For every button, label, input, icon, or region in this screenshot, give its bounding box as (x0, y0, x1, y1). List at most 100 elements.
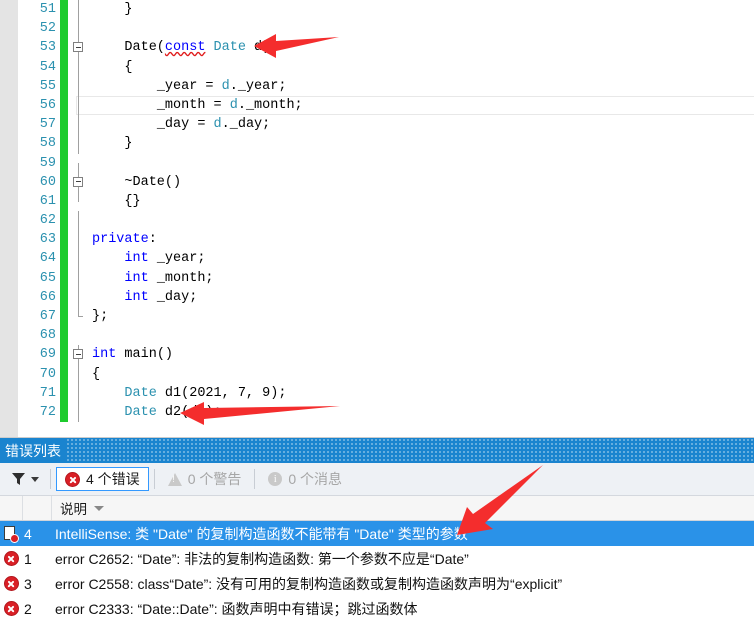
outlining-margin[interactable] (72, 76, 88, 96)
code-text[interactable]: _year = d._year; (92, 77, 287, 96)
code-line[interactable]: 65 int _month; (0, 268, 754, 288)
line-number: 54 (39, 59, 56, 75)
error-row-description: IntelliSense: 类 "Date" 的复制构造函数不能带有 "Date… (55, 525, 468, 542)
outlining-margin[interactable] (72, 191, 88, 211)
column-header-description[interactable]: 说明 (52, 496, 754, 520)
code-line-list[interactable]: 51 } 52 53 Date(const Date d) 54 {55 _year … (0, 0, 754, 423)
code-text[interactable]: { (92, 365, 100, 384)
code-line[interactable]: 52 (0, 19, 754, 39)
code-line[interactable]: 71 Date d1(2021, 7, 9); (0, 383, 754, 403)
outlining-margin[interactable] (72, 38, 88, 58)
error-list-toolbar: 4 个错误 0 个警告 0 个消息 (0, 463, 754, 496)
errors-filter-button[interactable]: 4 个错误 (56, 467, 149, 491)
error-list-row[interactable]: 1 error C2652: “Date”: 非法的复制构造函数: 第一个参数不应… (0, 546, 754, 571)
code-line[interactable]: 69 int main() (0, 345, 754, 365)
code-line[interactable]: 56 _month = d._month; (0, 95, 754, 116)
code-line[interactable]: 72 Date d2(d1); (0, 402, 754, 423)
outlining-margin[interactable] (72, 345, 88, 365)
code-line[interactable]: 70 { (0, 364, 754, 384)
outlining-margin[interactable] (72, 154, 88, 173)
code-line[interactable]: 64 int _year; (0, 249, 754, 269)
code-text[interactable]: } (92, 0, 132, 19)
outlining-margin[interactable] (72, 0, 88, 20)
error-list-title: 错误列表 (0, 440, 67, 461)
unsaved-change-bar (60, 134, 68, 154)
panel-drag-grip[interactable] (67, 438, 754, 463)
code-line[interactable]: 57 _day = d._day; (0, 115, 754, 135)
outlining-margin[interactable] (72, 268, 88, 288)
collapse-region-icon[interactable] (73, 349, 83, 360)
code-text[interactable]: ~Date() (92, 173, 181, 192)
code-text[interactable]: {} (92, 192, 140, 211)
code-text[interactable]: int main() (92, 345, 173, 364)
outlining-margin[interactable] (72, 95, 88, 116)
error-list-title-bar[interactable]: 错误列表 (0, 438, 754, 463)
code-text[interactable]: Date d2(d1); (92, 403, 221, 422)
code-line[interactable]: 51 } (0, 0, 754, 20)
code-editor[interactable]: 51 } 52 53 Date(const Date d) 54 {55 _year … (0, 0, 754, 437)
code-line[interactable]: 59 (0, 153, 754, 173)
outlining-margin[interactable] (72, 211, 88, 231)
code-text[interactable]: private: (92, 230, 157, 249)
code-text[interactable]: int _month; (92, 269, 213, 288)
line-number: 69 (39, 347, 56, 363)
warnings-filter-button[interactable]: 0 个警告 (160, 467, 250, 491)
outlining-margin[interactable] (72, 287, 88, 307)
code-line[interactable]: 66 int _day; (0, 287, 754, 307)
error-list-row[interactable]: 3 error C2558: class“Date”: 没有可用的复制构造函数或复… (0, 571, 754, 596)
outlining-margin[interactable] (72, 115, 88, 135)
outlining-margin[interactable] (72, 134, 88, 154)
code-text[interactable]: Date(const Date d) (92, 38, 270, 57)
unsaved-change-bar (60, 38, 68, 58)
code-text[interactable]: { (92, 58, 132, 77)
code-line[interactable]: 53 Date(const Date d) (0, 38, 754, 58)
code-line[interactable]: 60 ~Date() (0, 172, 754, 192)
code-text[interactable]: _month = d._month; (92, 96, 303, 115)
unsaved-change-bar (60, 402, 68, 423)
code-text[interactable]: _day = d._day; (92, 115, 270, 134)
code-line[interactable]: 63 private: (0, 230, 754, 250)
error-icon (3, 601, 19, 616)
outlining-margin[interactable] (72, 230, 88, 250)
unsaved-change-bar (60, 57, 68, 77)
code-text[interactable]: Date d1(2021, 7, 9); (92, 384, 286, 403)
code-line[interactable]: 55 _year = d._year; (0, 76, 754, 96)
code-line[interactable]: 61 {} (0, 191, 754, 212)
filter-button[interactable] (6, 467, 45, 491)
column-header-number[interactable] (23, 496, 52, 520)
outlining-margin[interactable] (72, 402, 88, 423)
outlining-margin[interactable] (72, 383, 88, 403)
code-text[interactable]: int _year; (92, 249, 205, 268)
outlining-margin[interactable] (72, 249, 88, 269)
code-line[interactable]: 67}; (0, 307, 754, 327)
code-line[interactable]: 62 (0, 211, 754, 231)
code-line[interactable]: 54 { (0, 57, 754, 77)
outlining-margin[interactable] (72, 19, 88, 39)
code-line[interactable]: 58 } (0, 134, 754, 154)
intellisense-doc-error-icon (4, 525, 19, 543)
outlining-margin[interactable] (72, 307, 88, 326)
outlining-margin[interactable] (72, 172, 88, 192)
collapse-region-icon[interactable] (73, 42, 83, 53)
code-text[interactable]: } (92, 134, 132, 153)
column-header-icon[interactable] (0, 496, 23, 520)
code-text[interactable]: int _day; (92, 288, 197, 307)
collapse-region-icon[interactable] (73, 176, 83, 187)
outlining-margin[interactable] (72, 326, 88, 345)
sort-descending-caret-icon[interactable] (94, 505, 104, 511)
code-text[interactable]: }; (92, 307, 108, 326)
visual-studio-window: 51 } 52 53 Date(const Date d) 54 {55 _year … (0, 0, 754, 635)
line-number: 64 (39, 251, 56, 267)
outlining-margin[interactable] (72, 364, 88, 384)
error-list-row[interactable]: 2 error C2333: “Date::Date”: 函数声明中有错误；跳过函… (0, 596, 754, 621)
outlining-line (78, 162, 79, 173)
messages-filter-button[interactable]: 0 个消息 (260, 467, 350, 491)
code-line[interactable]: 68 (0, 326, 754, 346)
outlining-end-marker (78, 316, 83, 317)
error-list-rows[interactable]: 4 IntelliSense: 类 "Date" 的复制构造函数不能带有 "Dat… (0, 521, 754, 621)
outlining-margin[interactable] (72, 57, 88, 77)
line-number: 58 (39, 136, 56, 152)
error-list-row[interactable]: 4 IntelliSense: 类 "Date" 的复制构造函数不能带有 "Dat… (0, 521, 754, 546)
line-number: 62 (39, 213, 56, 229)
chevron-down-icon[interactable] (31, 476, 39, 482)
